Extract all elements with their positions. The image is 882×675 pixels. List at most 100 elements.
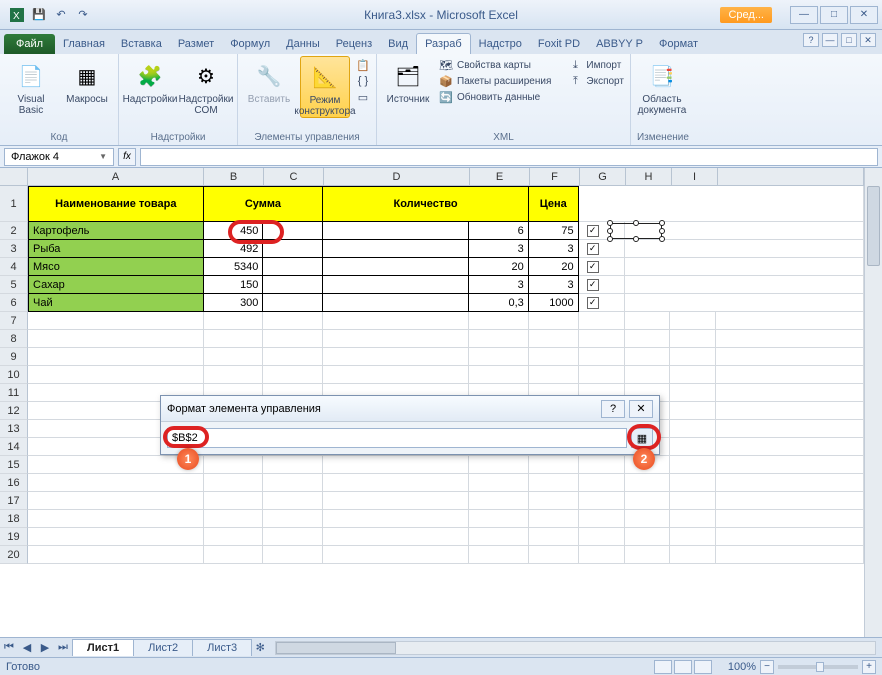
- header-qty[interactable]: Количество: [323, 186, 529, 222]
- zoom-slider[interactable]: [778, 665, 858, 669]
- cell-chk-1[interactable]: ✓: [579, 240, 625, 258]
- zoom-out-button[interactable]: −: [760, 660, 774, 674]
- header-name[interactable]: Наименование товара: [28, 186, 204, 222]
- tab-formulas[interactable]: Формул: [222, 34, 278, 54]
- cells[interactable]: Наименование товараСуммаКоличествоЦенаКа…: [28, 186, 864, 564]
- cell-qty-2[interactable]: 20: [469, 258, 529, 276]
- col-header-B[interactable]: B: [204, 168, 264, 186]
- checkbox-2[interactable]: ✓: [587, 261, 599, 273]
- cell-name-4[interactable]: Чай: [28, 294, 204, 312]
- view-break[interactable]: [694, 660, 712, 674]
- header-sum[interactable]: Сумма: [204, 186, 324, 222]
- cell-chk-2[interactable]: ✓: [579, 258, 625, 276]
- tab-addins[interactable]: Надстро: [471, 34, 530, 54]
- cell-sum-3[interactable]: 150: [204, 276, 264, 294]
- col-header-I[interactable]: I: [672, 168, 718, 186]
- sheet-tab-1[interactable]: Лист1: [72, 639, 134, 656]
- cell-sum-2[interactable]: 5340: [204, 258, 264, 276]
- maximize-button[interactable]: □: [820, 6, 848, 24]
- cell-d-3[interactable]: [323, 276, 469, 294]
- col-header-A[interactable]: A: [28, 168, 204, 186]
- cell-d-4[interactable]: [323, 294, 469, 312]
- tab-home[interactable]: Главная: [55, 34, 113, 54]
- tab-developer[interactable]: Разраб: [416, 33, 471, 54]
- addins-button[interactable]: 🧩 Надстройки: [125, 56, 175, 105]
- cell-price-1[interactable]: 3: [529, 240, 579, 258]
- view-normal[interactable]: [654, 660, 672, 674]
- row-header-19[interactable]: 19: [0, 528, 28, 546]
- cell-d-2[interactable]: [323, 258, 469, 276]
- zoom-in-button[interactable]: +: [862, 660, 876, 674]
- row-header-15[interactable]: 15: [0, 456, 28, 474]
- row-header-3[interactable]: 3: [0, 240, 28, 258]
- cell-qty-0[interactable]: 6: [469, 222, 529, 240]
- cell-qty-3[interactable]: 3: [469, 276, 529, 294]
- cell-chk-4[interactable]: ✓: [579, 294, 625, 312]
- sheet-tab-3[interactable]: Лист3: [192, 639, 252, 656]
- scroll-thumb[interactable]: [867, 186, 880, 266]
- cell-c-3[interactable]: [263, 276, 323, 294]
- tab-nav-prev[interactable]: ◀: [18, 640, 36, 656]
- refresh-data-button[interactable]: 🔄Обновить данные: [439, 90, 551, 104]
- row-header-1[interactable]: 1: [0, 186, 28, 222]
- ribbon-help-icon[interactable]: ?: [803, 33, 819, 47]
- cell-chk-3[interactable]: ✓: [579, 276, 625, 294]
- cell-name-3[interactable]: Сахар: [28, 276, 204, 294]
- tab-insert[interactable]: Вставка: [113, 34, 170, 54]
- name-box[interactable]: Флажок 4 ▼: [4, 148, 114, 166]
- import-button[interactable]: ⤓Импорт: [568, 58, 624, 72]
- cell-link-input[interactable]: [167, 428, 627, 448]
- row-header-16[interactable]: 16: [0, 474, 28, 492]
- export-button[interactable]: ⤒Экспорт: [568, 74, 624, 88]
- row-header-7[interactable]: 7: [0, 312, 28, 330]
- cell-price-3[interactable]: 3: [529, 276, 579, 294]
- cell-d-1[interactable]: [323, 240, 469, 258]
- view-layout[interactable]: [674, 660, 692, 674]
- row-header-10[interactable]: 10: [0, 366, 28, 384]
- insert-control-button[interactable]: 🔧 Вставить: [244, 56, 294, 105]
- doc-close-icon[interactable]: ✕: [860, 33, 876, 47]
- cell-name-1[interactable]: Рыба: [28, 240, 204, 258]
- fx-button[interactable]: fx: [118, 148, 136, 166]
- sheet-tab-2[interactable]: Лист2: [133, 639, 193, 656]
- dialog-close-button[interactable]: ✕: [629, 400, 653, 418]
- cell-price-0[interactable]: 75: [529, 222, 579, 240]
- cell-qty-4[interactable]: 0,3: [469, 294, 529, 312]
- col-header-F[interactable]: F: [530, 168, 580, 186]
- checkbox-0[interactable]: ✓: [587, 225, 599, 237]
- col-header-E[interactable]: E: [470, 168, 530, 186]
- xml-source-button[interactable]: 🗂 Источник: [383, 56, 433, 105]
- row-header-2[interactable]: 2: [0, 222, 28, 240]
- col-header-G[interactable]: G: [580, 168, 626, 186]
- doc-minimize-icon[interactable]: —: [822, 33, 838, 47]
- row-header-14[interactable]: 14: [0, 438, 28, 456]
- cell-name-2[interactable]: Мясо: [28, 258, 204, 276]
- row-header-9[interactable]: 9: [0, 348, 28, 366]
- undo-icon[interactable]: ↶: [52, 6, 70, 24]
- design-mode-button[interactable]: 📐 Режим конструктора: [300, 56, 350, 118]
- doc-restore-icon[interactable]: □: [841, 33, 857, 47]
- cell-c-4[interactable]: [263, 294, 323, 312]
- header-price[interactable]: Цена: [529, 186, 579, 222]
- cell-price-4[interactable]: 1000: [529, 294, 579, 312]
- row-header-12[interactable]: 12: [0, 402, 28, 420]
- close-button[interactable]: ✕: [850, 6, 878, 24]
- tab-layout[interactable]: Размет: [170, 34, 222, 54]
- col-header-C[interactable]: C: [264, 168, 324, 186]
- visual-basic-button[interactable]: 📄 Visual Basic: [6, 56, 56, 116]
- row-header-20[interactable]: 20: [0, 546, 28, 564]
- minimize-button[interactable]: —: [790, 6, 818, 24]
- formula-input[interactable]: [140, 148, 878, 166]
- tab-nav-first[interactable]: ⏮: [0, 640, 18, 656]
- tab-format[interactable]: Формат: [651, 34, 706, 54]
- hscroll-thumb[interactable]: [276, 642, 396, 654]
- row-header-11[interactable]: 11: [0, 384, 28, 402]
- vertical-scrollbar[interactable]: [864, 168, 882, 637]
- select-all-corner[interactable]: [0, 168, 28, 186]
- macros-button[interactable]: ▦ Макросы: [62, 56, 112, 105]
- checkbox-4[interactable]: ✓: [587, 297, 599, 309]
- dialog-titlebar[interactable]: Формат элемента управления ? ✕: [161, 396, 659, 422]
- properties-button[interactable]: 📋: [356, 58, 370, 72]
- redo-icon[interactable]: ↷: [74, 6, 92, 24]
- checkbox-1[interactable]: ✓: [587, 243, 599, 255]
